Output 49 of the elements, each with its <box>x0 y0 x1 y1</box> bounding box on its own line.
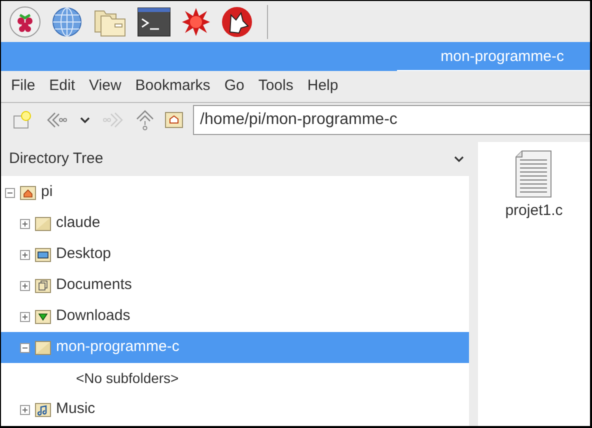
folder-name: claude <box>56 213 100 234</box>
documents-folder-icon <box>35 278 51 293</box>
panel-title: Directory Tree <box>9 148 104 169</box>
folder-icon <box>35 340 51 355</box>
collapse-toggle[interactable] <box>5 188 15 198</box>
window-title: mon-programme-c <box>397 42 590 71</box>
expand-toggle[interactable] <box>20 218 30 228</box>
tree-item[interactable]: claude <box>1 208 469 239</box>
up-icon[interactable] <box>135 109 155 131</box>
tree-item[interactable]: Downloads <box>1 301 469 332</box>
folder-name: Desktop <box>56 244 112 264</box>
expand-toggle[interactable] <box>20 280 30 290</box>
folder-name: Documents <box>56 275 132 296</box>
folder-name: Downloads <box>56 306 130 326</box>
expand-toggle[interactable] <box>20 404 30 414</box>
collapse-toggle[interactable] <box>20 342 30 352</box>
menu-item[interactable]: Help <box>307 75 338 98</box>
starburst-icon[interactable] <box>181 6 211 36</box>
chevron-down-icon[interactable] <box>79 116 91 124</box>
home-icon[interactable] <box>165 112 183 128</box>
folder-name: Music <box>56 399 96 420</box>
menu-item[interactable]: File <box>11 75 36 98</box>
menu-item[interactable]: Tools <box>258 75 294 98</box>
back-icon[interactable] <box>45 111 69 129</box>
folder-name: mon-programme-c <box>56 337 180 358</box>
tree-item[interactable]: Documents <box>1 270 469 301</box>
tree-item[interactable]: Desktop <box>1 239 469 270</box>
expand-toggle[interactable] <box>20 250 30 260</box>
path-field[interactable]: /home/pi/mon-programme-c <box>193 105 590 135</box>
menu-item[interactable]: View <box>89 75 122 98</box>
empty-note: <No subfolders> <box>76 369 179 388</box>
globe-icon[interactable] <box>51 6 83 38</box>
tree-item[interactable]: pi <box>1 177 469 208</box>
text-file-icon[interactable] <box>515 150 552 198</box>
terminal-icon[interactable] <box>137 6 171 36</box>
home-folder-icon <box>20 185 36 200</box>
desktop-folder-icon <box>35 247 51 262</box>
music-folder-icon <box>35 402 51 417</box>
chevron-down-icon[interactable] <box>453 155 465 163</box>
menu-item[interactable]: Go <box>224 75 244 98</box>
menu-item[interactable]: Edit <box>49 75 76 98</box>
folder-name: pi <box>41 182 53 202</box>
downloads-folder-icon <box>35 309 51 324</box>
tree-item[interactable]: Music <box>1 394 469 425</box>
expand-toggle[interactable] <box>20 312 30 322</box>
raspberry-icon[interactable] <box>9 6 41 38</box>
folder-icon <box>35 216 51 231</box>
file-name[interactable]: projet1.c <box>505 200 563 222</box>
menu-item[interactable]: Bookmarks <box>135 75 210 98</box>
